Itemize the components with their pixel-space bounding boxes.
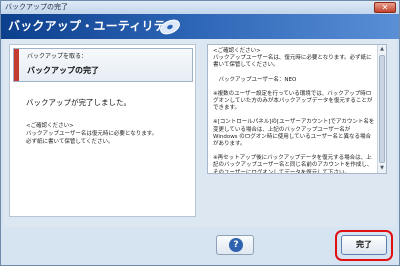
vertical-scrollbar[interactable]: ▲ ▼	[377, 45, 386, 173]
info-paragraph: バックアップユーザー名：NEO	[213, 76, 297, 83]
info-textbox[interactable]: <ご確認ください> バックアップユーザー名は、復元時に必要となります。必ず紙に書…	[207, 44, 387, 174]
help-icon: ?	[229, 238, 243, 252]
status-panel: バックアップを取る： バックアップの完了 バックアップが完了しました。 <ご確認…	[9, 44, 196, 217]
window-title: バックアップの完了	[5, 3, 68, 11]
note-line: バックアップユーザー名は復元時に必要となります。	[26, 131, 158, 137]
button-bar: ? 完了	[1, 227, 399, 265]
info-paragraph: ※再セットアップ後にバックアップデータを復元する場合は、上記のバックアップユーザ…	[213, 155, 373, 174]
content-area: バックアップを取る： バックアップの完了 バックアップが完了しました。 <ご確認…	[4, 39, 396, 227]
info-paragraph: ※[コントロールパネル]の[ユーザーアカウント]でアカウント名を変更している場合…	[213, 119, 375, 148]
disc-icon	[160, 19, 180, 35]
scroll-down-arrow-icon[interactable]: ▼	[378, 164, 386, 173]
note-heading: <ご確認ください>	[26, 123, 74, 129]
finish-button[interactable]: 完了	[341, 235, 387, 255]
completion-message: バックアップが完了しました。	[26, 98, 131, 107]
close-icon: ✕	[381, 3, 389, 12]
close-button[interactable]: ✕	[374, 2, 396, 13]
title-bar: バックアップの完了 ✕	[1, 1, 399, 14]
note-line: 必ず紙に書いて保管してください。	[26, 139, 114, 145]
info-paragraph: ※複数のユーザー設定を行っている環境では、バックアップ時ログオンしていた方のみが…	[213, 90, 373, 112]
header-banner: バックアップ・ユーティリティ	[1, 14, 399, 39]
app-title: バックアップ・ユーティリティ	[8, 19, 178, 33]
step-label: バックアップを取る：	[27, 53, 88, 60]
step-title: バックアップの完了	[27, 66, 99, 75]
note-body: バックアップユーザー名は復元時に必要となります。 必ず紙に書いて保管してください…	[26, 130, 191, 146]
info-text: <ご確認ください> バックアップユーザー名は、復元時に必要となります。必ず紙に書…	[213, 48, 376, 174]
scroll-thumb[interactable]	[379, 55, 385, 163]
step-marker	[14, 49, 19, 81]
help-button[interactable]: ?	[216, 235, 254, 255]
info-paragraph: <ご確認ください> バックアップユーザー名は、復元時に必要となります。必ず紙に書…	[213, 48, 372, 69]
backup-complete-window: バックアップの完了 ✕ バックアップ・ユーティリティ バックアップを取る： バッ…	[0, 0, 400, 266]
scroll-up-arrow-icon[interactable]: ▲	[378, 45, 386, 54]
step-indicator: バックアップを取る： バックアップの完了	[13, 48, 193, 82]
